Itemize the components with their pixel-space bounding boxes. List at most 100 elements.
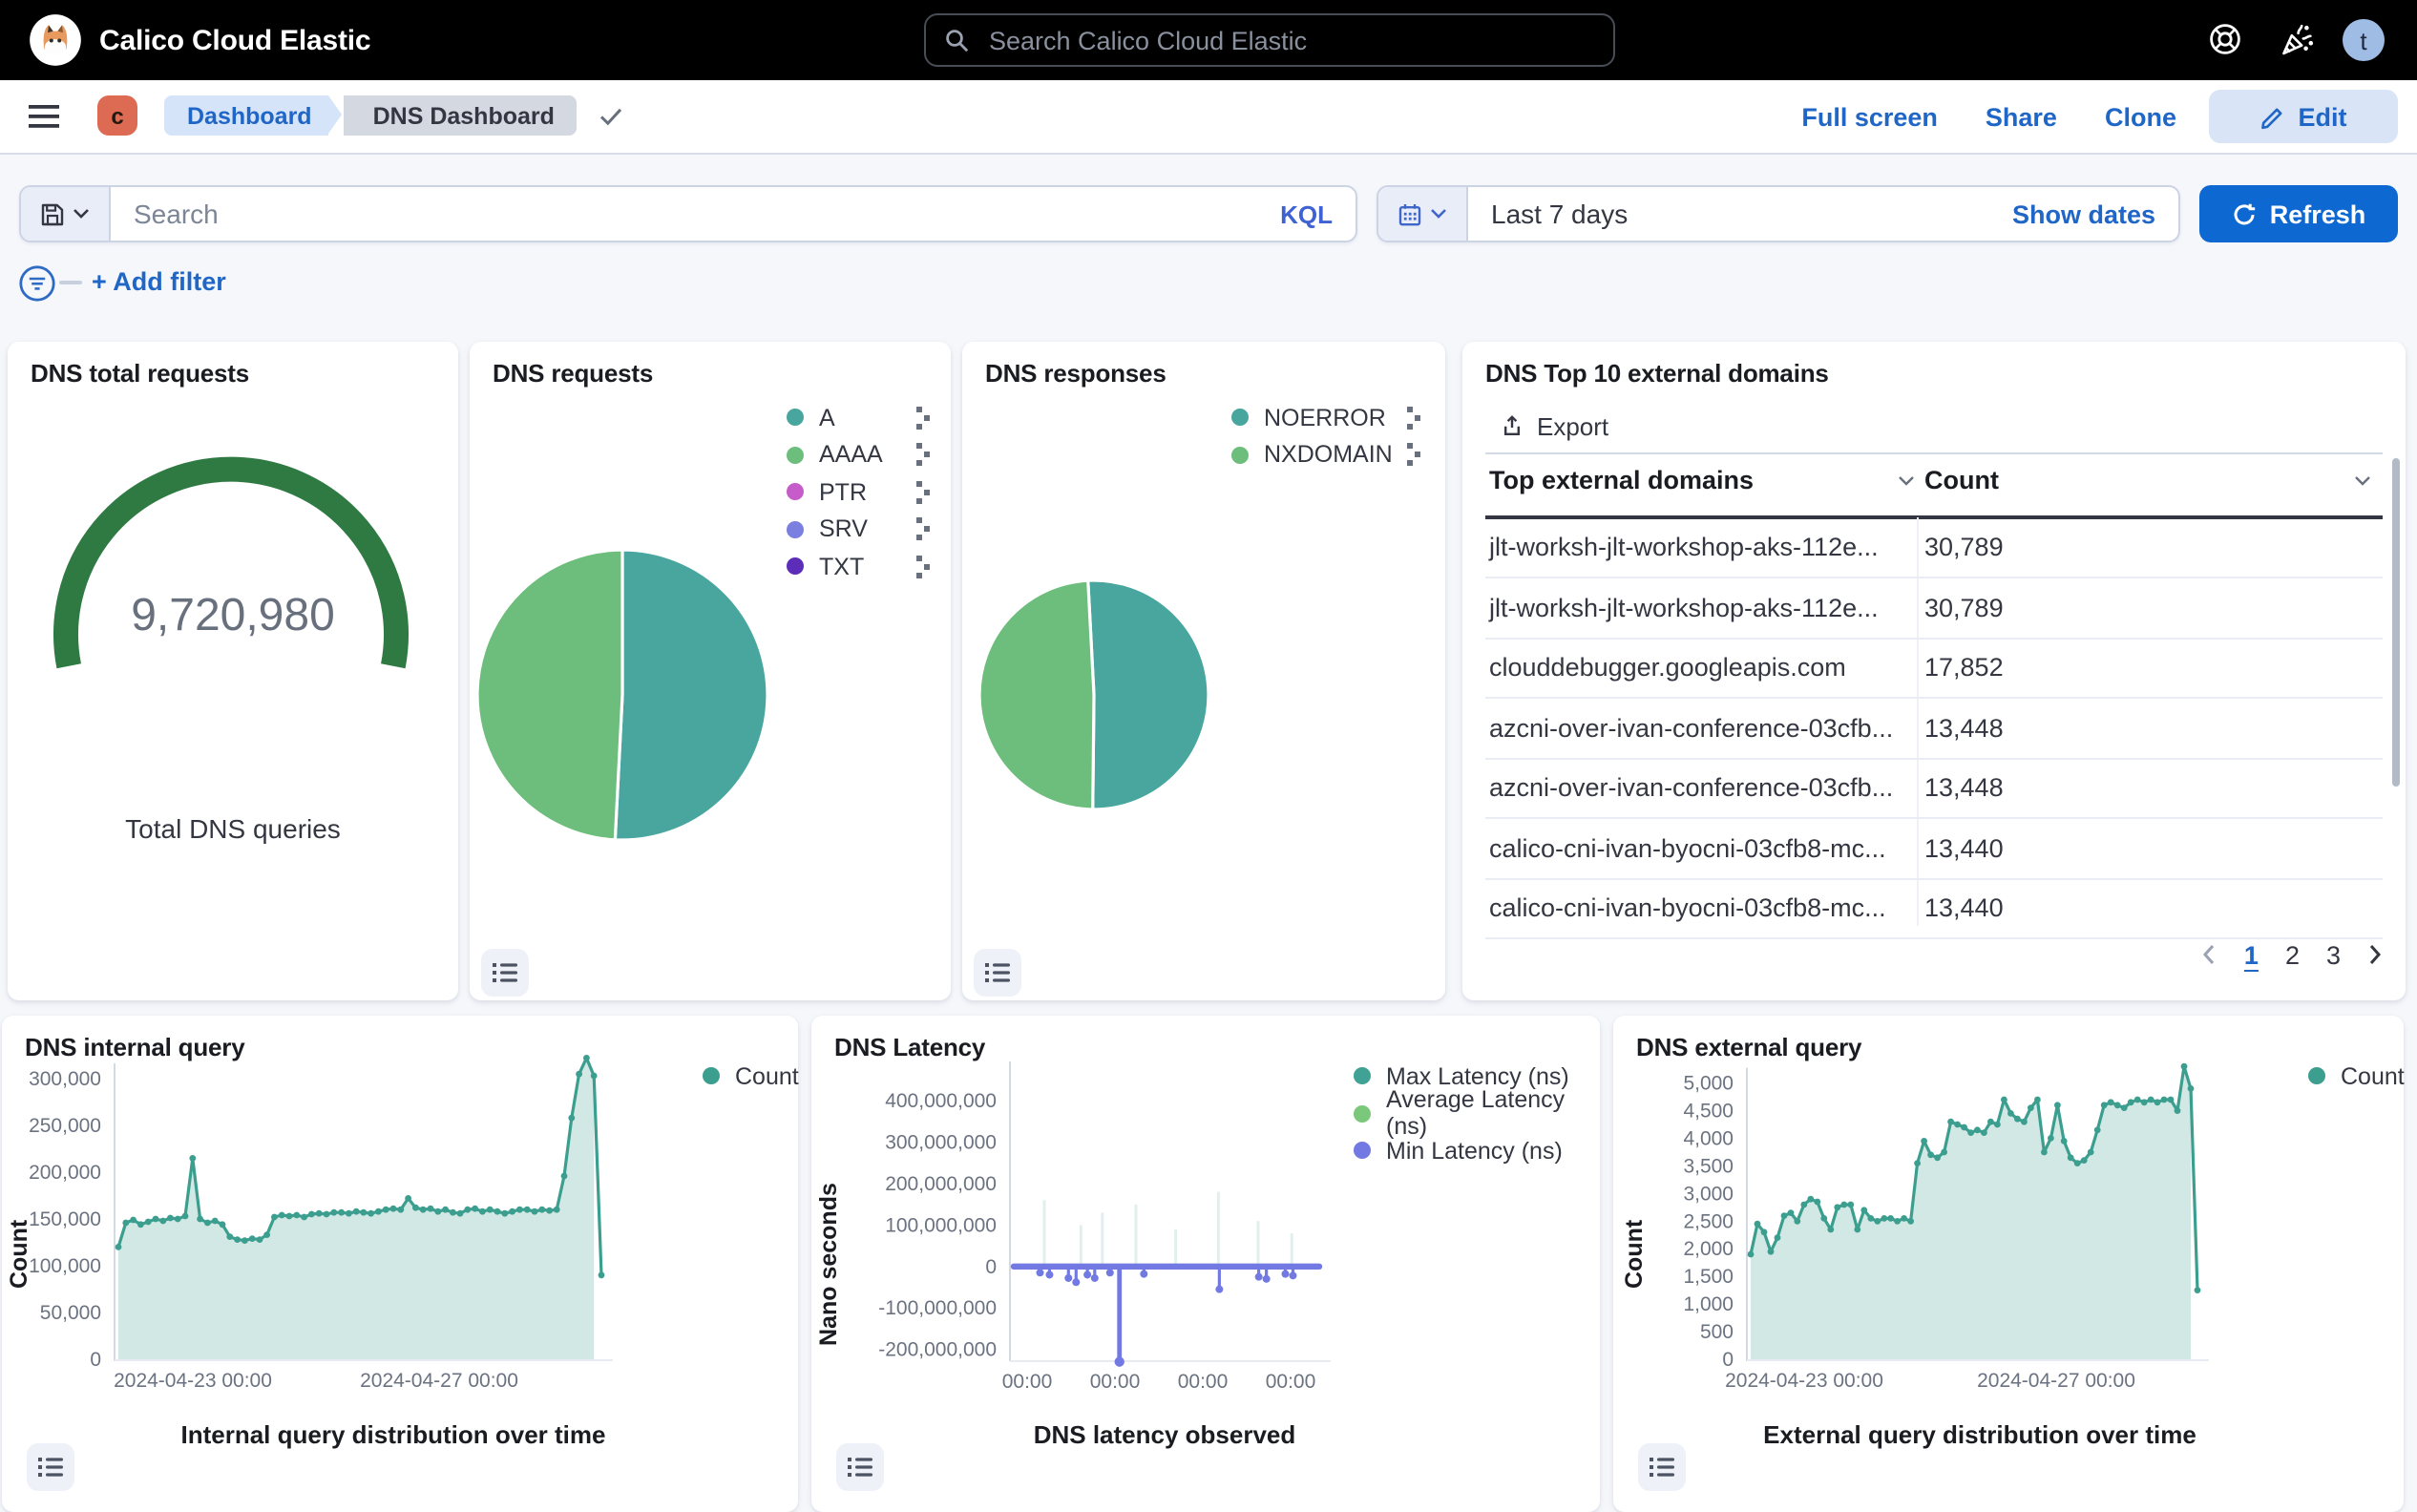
pie-slice-NOERROR[interactable] <box>1088 580 1208 809</box>
cell-count: 30,789 <box>1924 534 2004 562</box>
news-party-popper-icon[interactable] <box>2278 21 2316 69</box>
clone-button[interactable]: Clone <box>2105 102 2176 131</box>
global-search[interactable] <box>924 13 1615 67</box>
global-search-input[interactable] <box>985 24 1594 56</box>
time-range-value[interactable]: Last 7 days <box>1491 199 1628 229</box>
y-tick-label: -200,000,000 <box>878 1339 997 1361</box>
legend-more-actions-icon[interactable] <box>916 444 932 467</box>
cell-count: 30,789 <box>1924 594 2004 622</box>
user-avatar[interactable]: t <box>2343 19 2385 61</box>
legend-item-SRV[interactable]: SRV <box>787 511 932 548</box>
pie-slice-A[interactable] <box>615 550 767 840</box>
y-tick-label: 0 <box>90 1349 101 1371</box>
y-tick-label: 5,000 <box>1683 1073 1734 1095</box>
legend-more-actions-icon[interactable] <box>1407 444 1422 467</box>
cell-count: 13,440 <box>1924 834 2004 863</box>
breadcrumb: Dashboard DNS Dashboard <box>164 95 623 136</box>
y-tick-label: 150,000 <box>29 1208 101 1230</box>
calico-logo-icon[interactable] <box>29 13 82 67</box>
page-next-icon[interactable] <box>2367 943 2383 966</box>
cell-domain: azcni-over-ivan-conference-03cfb... <box>1489 774 1893 803</box>
column-header-count[interactable]: Count <box>1924 466 2371 494</box>
y-tick-label: 2,000 <box>1683 1238 1734 1260</box>
filter-set-icon[interactable] <box>19 265 55 302</box>
panel-dns-requests: DNS requests AAAAAPTRSRVTXT <box>470 342 951 1000</box>
legend-item-Average-Latency-ns-[interactable]: Average Latency (ns) <box>1354 1095 1600 1132</box>
x-tick-label: 2024-04-27 00:00 <box>1977 1370 2135 1392</box>
panel-dns-internal-query: DNS internal query Count 050,000100,0001… <box>2 1016 798 1512</box>
kql-search-input[interactable] <box>111 199 1257 229</box>
breadcrumb-dns-dashboard: DNS Dashboard <box>345 95 578 136</box>
kql-language-button[interactable]: KQL <box>1257 200 1356 228</box>
saved-query-menu[interactable] <box>21 187 111 241</box>
page-number-1[interactable]: 1 <box>2244 940 2259 969</box>
table-row[interactable]: clouddebugger.googleapis.com17,852 <box>1485 639 2383 699</box>
x-tick-label: 00:00 <box>1266 1371 1316 1393</box>
legend-item-TXT[interactable]: TXT <box>787 548 932 585</box>
legend-more-actions-icon[interactable] <box>916 556 932 578</box>
column-header-domains[interactable]: Top external domains <box>1489 466 1914 494</box>
table-row[interactable]: calico-cni-ivan-byocni-03cfb8-mc...13,44… <box>1485 879 2383 939</box>
help-icon[interactable] <box>2207 21 2243 67</box>
refresh-button[interactable]: Refresh <box>2199 185 2398 242</box>
sort-chevron-icon <box>2354 474 2371 486</box>
page-number-3[interactable]: 3 <box>2326 940 2341 969</box>
export-button[interactable]: Export <box>1501 407 1608 445</box>
app-title: Calico Cloud Elastic <box>99 0 370 80</box>
list-icon <box>985 962 1010 983</box>
legend-more-actions-icon[interactable] <box>916 481 932 504</box>
edit-button[interactable]: Edit <box>2209 90 2398 143</box>
legend-item-PTR[interactable]: PTR <box>787 473 932 511</box>
pie-slice-NXDOMAIN[interactable] <box>979 580 1094 809</box>
legend-item-NXDOMAIN[interactable]: NXDOMAIN <box>1231 436 1422 473</box>
external-query-legend: Count <box>2308 1058 2405 1095</box>
cell-count: 13,448 <box>1924 714 2004 743</box>
panel-legend-toggle-button[interactable] <box>1638 1443 1686 1491</box>
panel-dns-responses: DNS responses NOERRORNXDOMAIN <box>962 342 1445 1000</box>
share-button[interactable]: Share <box>1986 102 2057 131</box>
legend-label: Count <box>735 1063 799 1090</box>
table-row[interactable]: azcni-over-ivan-conference-03cfb... 13,44… <box>1485 699 2383 759</box>
legend-item-Count[interactable]: Count <box>2308 1058 2405 1095</box>
full-screen-button[interactable]: Full screen <box>1801 102 1938 131</box>
pie-slice-AAAA[interactable] <box>477 550 622 840</box>
y-tick-label: 100,000,000 <box>885 1214 997 1236</box>
page-number-2[interactable]: 2 <box>2285 940 2300 969</box>
table-scrollbar[interactable] <box>2392 458 2400 787</box>
legend-item-A[interactable]: A <box>787 399 932 436</box>
table-row[interactable]: calico-cni-ivan-byocni-03cfb8-mc...13,44… <box>1485 819 2383 879</box>
legend-dot-icon <box>1231 447 1249 464</box>
legend-dot-icon <box>787 521 804 538</box>
calendar-menu[interactable] <box>1378 187 1468 241</box>
add-filter-button[interactable]: + Add filter <box>92 267 226 296</box>
legend-more-actions-icon[interactable] <box>1407 407 1422 430</box>
y-tick-label: 300,000,000 <box>885 1132 997 1154</box>
table-row[interactable]: azcni-over-ivan-conference-03cfb...13,44… <box>1485 759 2383 819</box>
panel-legend-toggle-button[interactable] <box>974 949 1021 997</box>
legend-dot-icon <box>2308 1068 2325 1085</box>
space-badge[interactable]: c <box>97 95 137 136</box>
legend-label: Max Latency (ns) <box>1386 1063 1569 1090</box>
legend-item-NOERROR[interactable]: NOERROR <box>1231 399 1422 436</box>
breadcrumb-dashboard[interactable]: Dashboard <box>164 95 329 136</box>
refresh-button-label: Refresh <box>2270 200 2366 228</box>
y-tick-label: 100,000 <box>29 1255 101 1277</box>
page-prev-icon[interactable] <box>2202 943 2217 966</box>
saved-check-icon[interactable] <box>600 106 623 125</box>
legend-item-Count[interactable]: Count <box>703 1058 799 1095</box>
show-dates-button[interactable]: Show dates <box>2012 200 2155 228</box>
legend-item-AAAA[interactable]: AAAA <box>787 436 932 473</box>
panel-legend-toggle-button[interactable] <box>836 1443 884 1491</box>
x-tick-label: 00:00 <box>1178 1371 1229 1393</box>
legend-more-actions-icon[interactable] <box>916 407 932 430</box>
gauge-value: 9,720,980 <box>8 590 458 643</box>
table-row[interactable]: jlt-worksh-jlt-workshop-aks-112e...30,78… <box>1485 518 2383 578</box>
legend-item-Min-Latency-ns-[interactable]: Min Latency (ns) <box>1354 1132 1600 1169</box>
table-row[interactable]: jlt-worksh-jlt-workshop-aks-112e...30,78… <box>1485 578 2383 639</box>
panel-legend-toggle-button[interactable] <box>481 949 529 997</box>
internal-query-legend: Count <box>703 1058 799 1095</box>
panel-legend-toggle-button[interactable] <box>27 1443 74 1491</box>
cell-domain: azcni-over-ivan-conference-03cfb... <box>1489 714 1893 743</box>
menu-hamburger-icon[interactable] <box>29 105 59 128</box>
legend-more-actions-icon[interactable] <box>916 518 932 541</box>
